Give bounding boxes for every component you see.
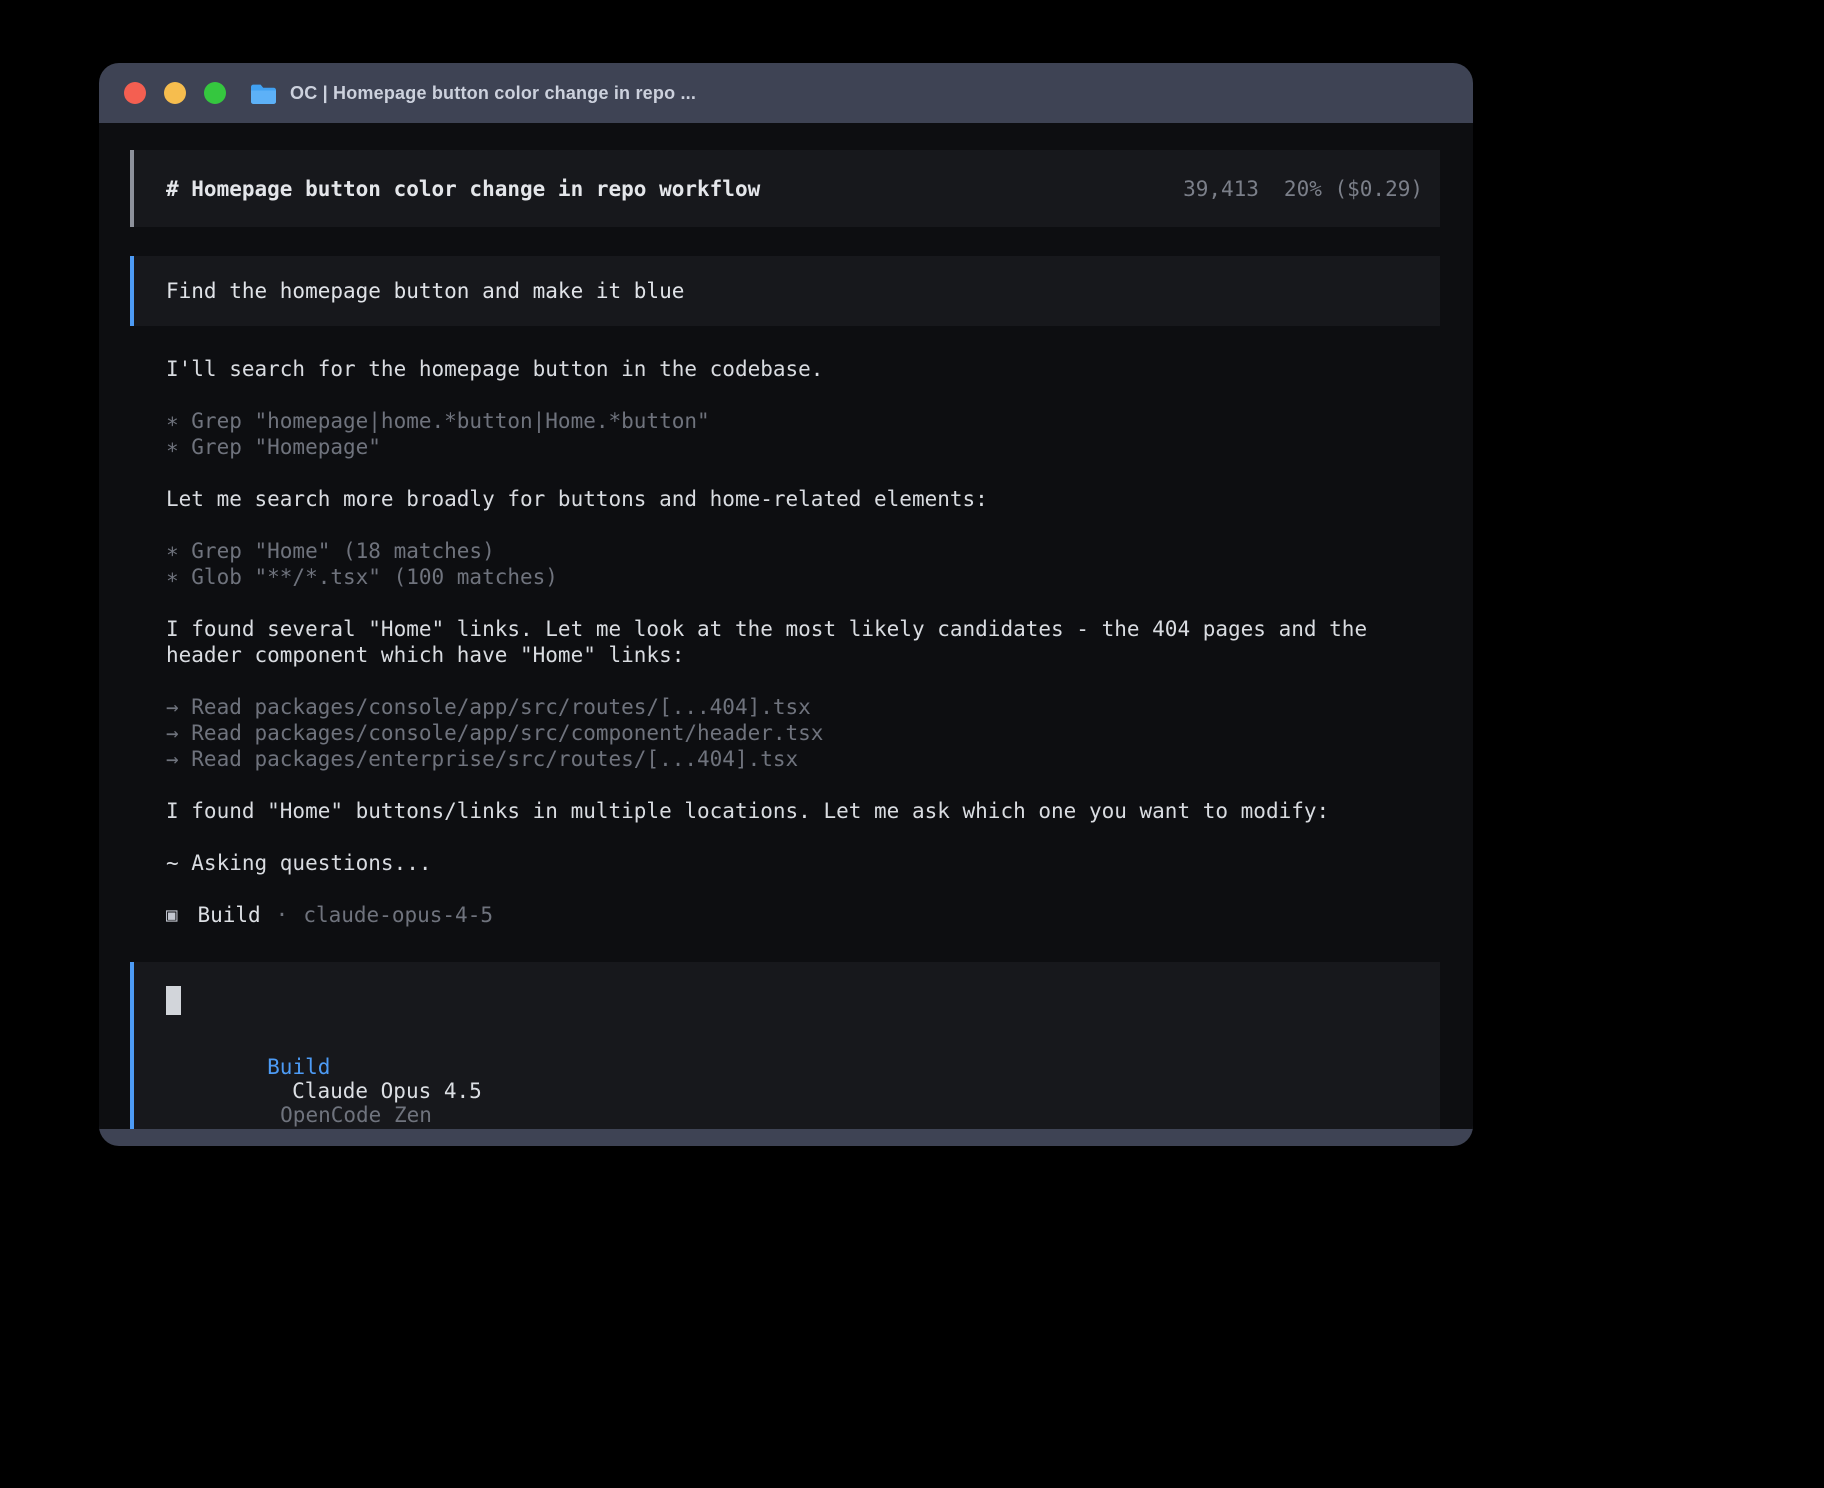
context-usage: 20% ($0.29) (1284, 177, 1423, 201)
agent-model: claude-opus-4-5 (303, 902, 493, 928)
zoom-button[interactable] (204, 82, 226, 104)
prompt-input[interactable]: Build Claude Opus 4.5 OpenCode Zen (130, 962, 1440, 1129)
agent-icon: ▣ (166, 902, 177, 928)
assistant-text: I'll search for the homepage button in t… (166, 356, 1440, 382)
user-message: Find the homepage button and make it blu… (130, 256, 1440, 326)
tool-call-group: ∗ Grep "homepage|home.*button|Home.*butt… (166, 408, 1440, 460)
terminal-content: # Homepage button color change in repo w… (99, 123, 1473, 1129)
tool-call: ∗ Glob "**/*.tsx" (100 matches) (166, 564, 1440, 590)
message-group: I found "Home" buttons/links in multiple… (166, 798, 1440, 824)
window-titlebar[interactable]: OC | Homepage button color change in rep… (99, 63, 1473, 123)
tool-call: ∗ Grep "Home" (18 matches) (166, 538, 1440, 564)
tool-call: → Read packages/console/app/src/componen… (166, 720, 1440, 746)
input-status-line: Build Claude Opus 4.5 OpenCode Zen (166, 1031, 1408, 1129)
session-stats: 39,413 20% ($0.29) (1082, 153, 1423, 225)
assistant-text: I found "Home" buttons/links in multiple… (166, 798, 1440, 824)
provider-name: OpenCode Zen (280, 1103, 432, 1127)
assistant-status-text: ~ Asking questions... (166, 850, 1440, 876)
session-title: # Homepage button color change in repo w… (166, 177, 760, 201)
tool-call: → Read packages/enterprise/src/routes/[.… (166, 746, 1440, 772)
minimize-button[interactable] (164, 82, 186, 104)
user-message-text: Find the homepage button and make it blu… (166, 279, 684, 303)
model-name[interactable]: Claude Opus 4.5 (292, 1079, 482, 1103)
tool-call: ∗ Grep "homepage|home.*button|Home.*butt… (166, 408, 1440, 434)
separator-dot: · (276, 902, 289, 928)
traffic-lights (124, 82, 226, 104)
terminal-window: OC | Homepage button color change in rep… (99, 63, 1473, 1146)
message-group: I found several "Home" links. Let me loo… (166, 616, 1440, 668)
mode-label[interactable]: Build (267, 1055, 330, 1079)
tool-call: ∗ Grep "Homepage" (166, 434, 1440, 460)
agent-status-line: ▣ Build · claude-opus-4-5 (166, 902, 1440, 928)
message-group: Let me search more broadly for buttons a… (166, 486, 1440, 512)
folder-icon (250, 83, 277, 104)
message-group: I'll search for the homepage button in t… (166, 356, 1440, 382)
text-cursor (166, 986, 181, 1015)
token-count: 39,413 (1183, 177, 1259, 201)
close-button[interactable] (124, 82, 146, 104)
assistant-text: I found several "Home" links. Let me loo… (166, 616, 1440, 668)
assistant-text: Let me search more broadly for buttons a… (166, 486, 1440, 512)
session-header: # Homepage button color change in repo w… (130, 150, 1440, 227)
tool-call-group: → Read packages/console/app/src/routes/[… (166, 694, 1440, 772)
tool-call: → Read packages/console/app/src/routes/[… (166, 694, 1440, 720)
tool-call-group: ∗ Grep "Home" (18 matches) ∗ Glob "**/*.… (166, 538, 1440, 590)
agent-name: Build (197, 902, 260, 928)
message-group: ~ Asking questions... (166, 850, 1440, 876)
assistant-transcript: I'll search for the homepage button in t… (166, 356, 1440, 928)
window-title: OC | Homepage button color change in rep… (290, 83, 696, 104)
